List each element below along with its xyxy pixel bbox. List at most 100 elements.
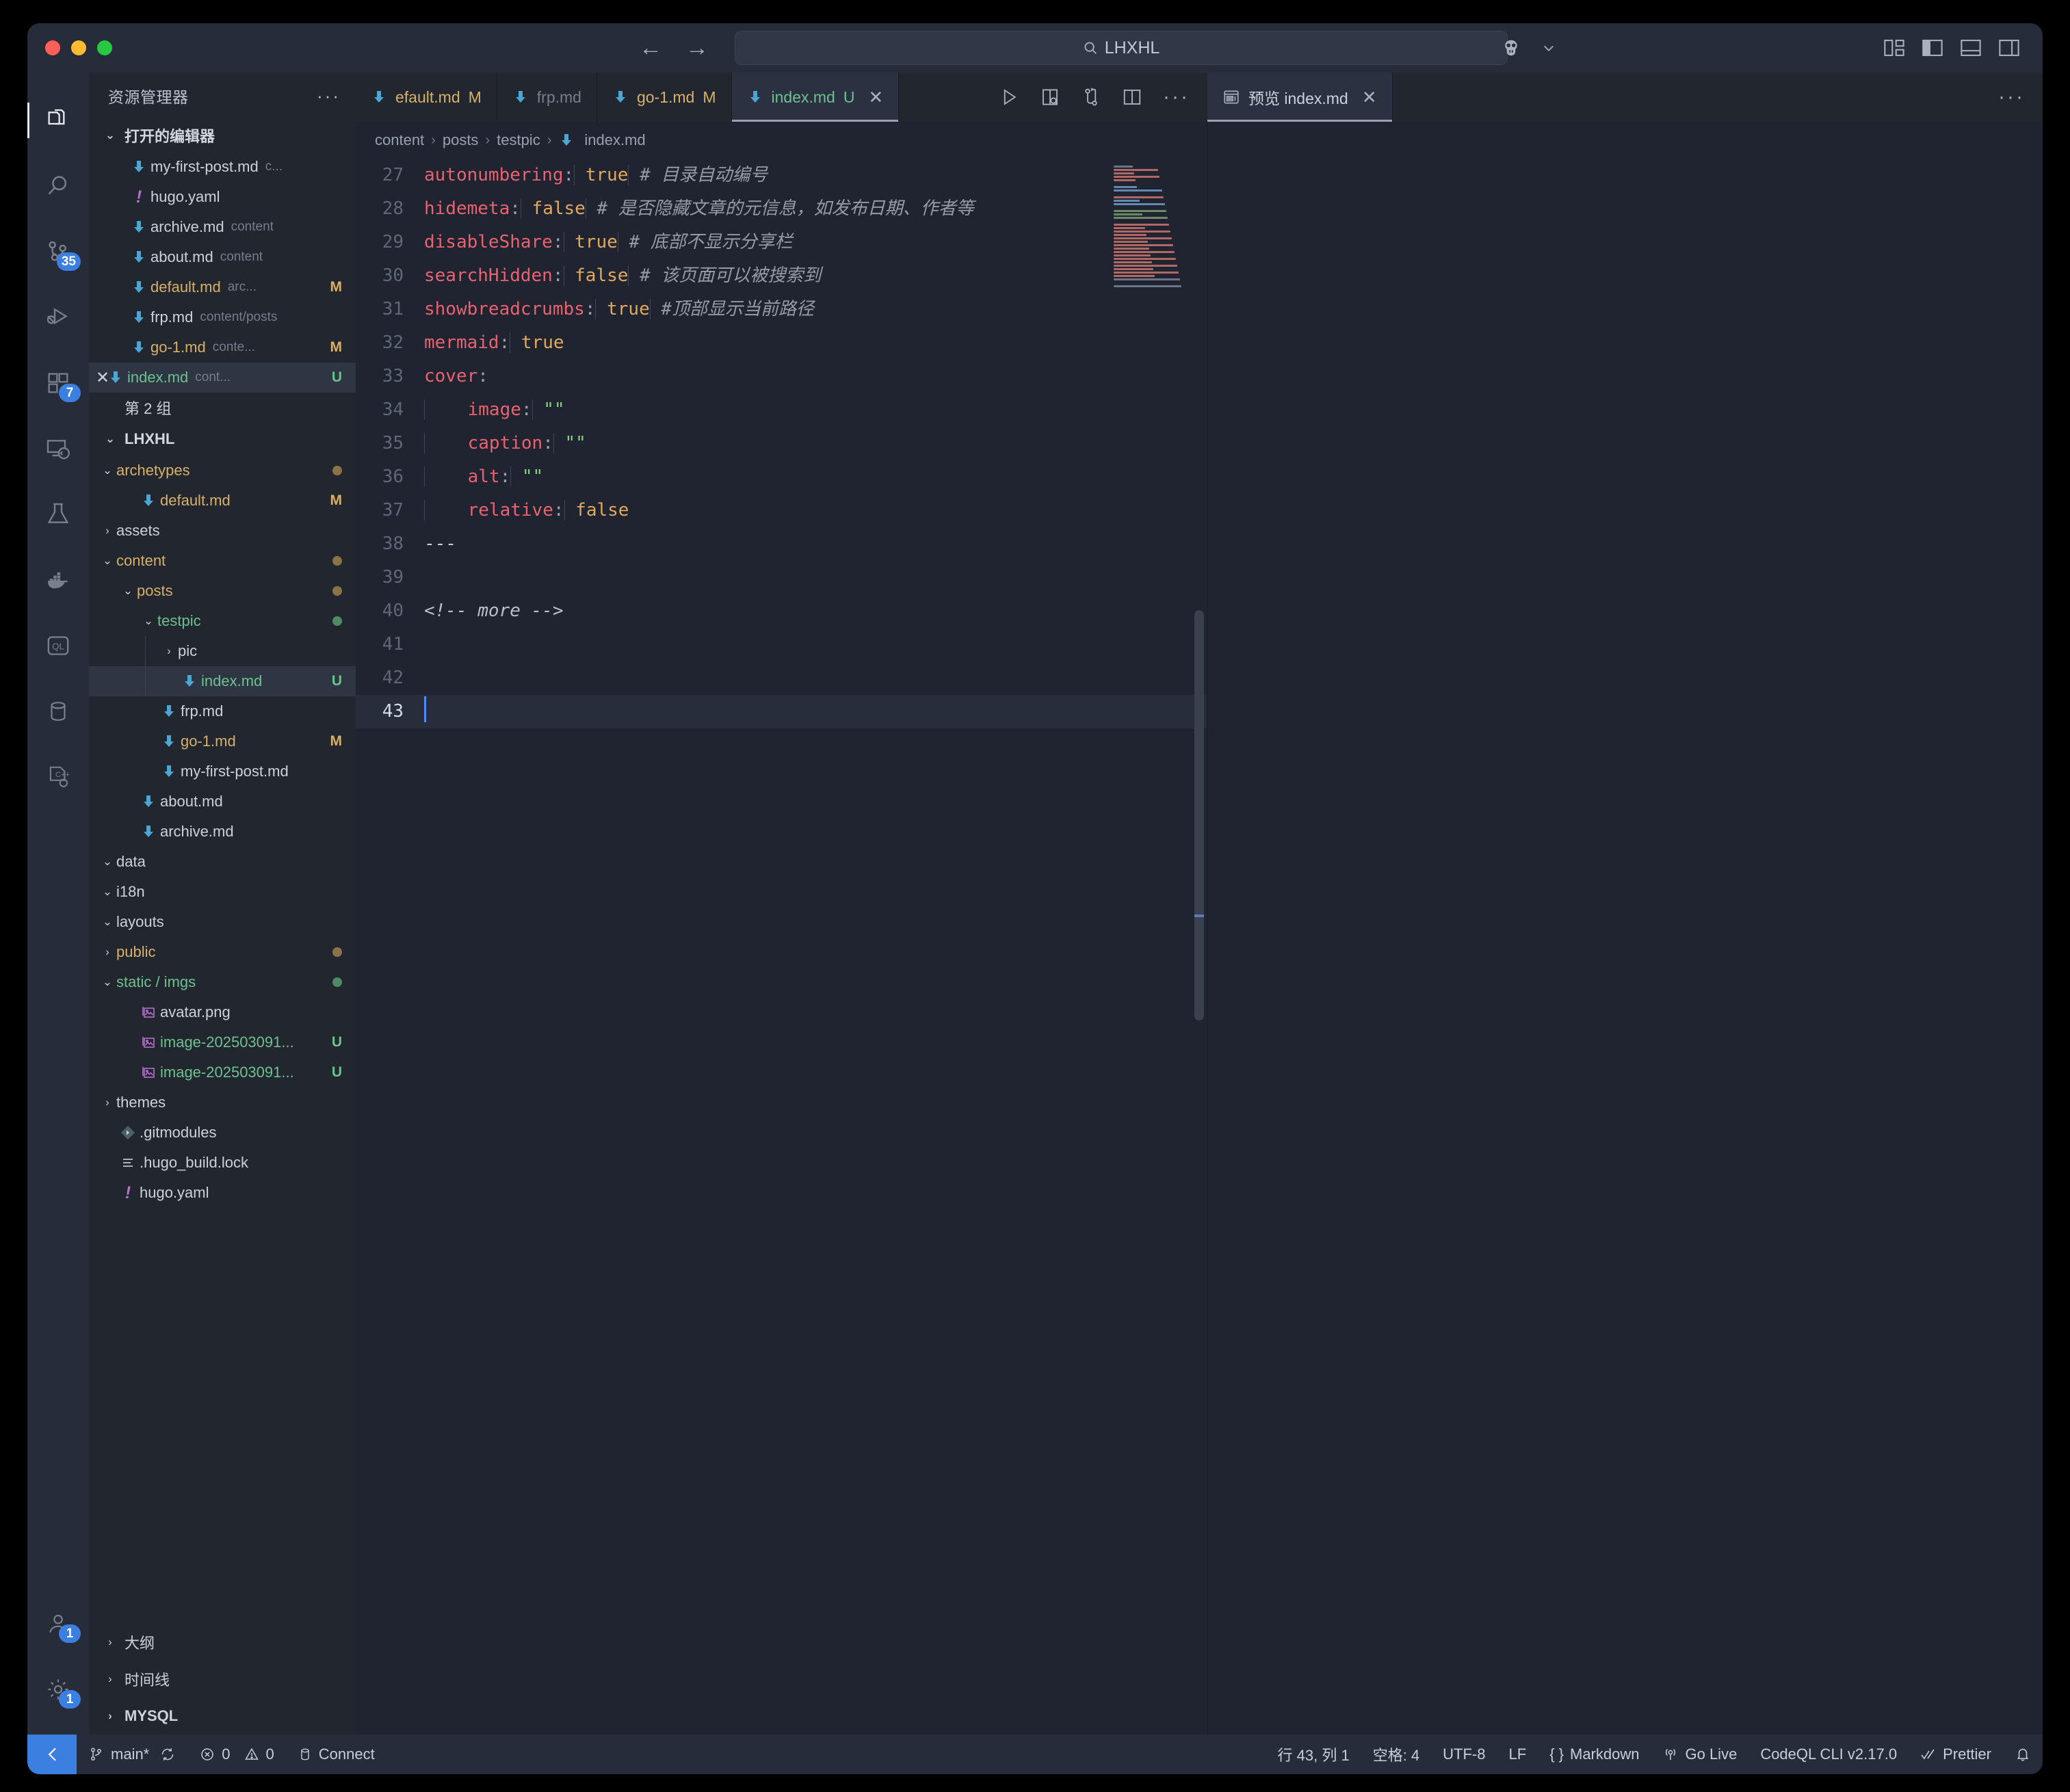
sidebar-item-docker[interactable] <box>27 547 89 613</box>
sidebar-item-codeql[interactable]: QL <box>27 613 89 678</box>
sidebar-item-run-debug[interactable] <box>27 285 89 350</box>
chevron-right-icon[interactable]: › <box>160 644 178 658</box>
tree-file-item[interactable]: about.md <box>89 787 356 817</box>
toggle-panel-icon[interactable] <box>1961 39 1981 57</box>
minimize-window-button[interactable] <box>71 40 86 55</box>
chevron-down-icon[interactable]: ⌄ <box>119 584 137 598</box>
tree-folder-item[interactable]: › public <box>89 937 356 967</box>
breadcrumb-item[interactable]: content <box>375 131 424 149</box>
sidebar-item-database[interactable] <box>27 678 89 744</box>
window-controls[interactable] <box>27 40 112 55</box>
editor-tab[interactable]: index.md U ✕ <box>731 73 900 122</box>
chevron-down-icon[interactable]: ⌄ <box>99 554 116 568</box>
open-editor-item[interactable]: archive.md content <box>89 212 356 242</box>
status-encoding[interactable]: UTF-8 <box>1431 1735 1497 1774</box>
sidebar-item-source-control[interactable]: 35 <box>27 219 89 285</box>
chevron-down-icon[interactable]: ⌄ <box>99 464 116 477</box>
tree-file-item[interactable]: frp.md <box>89 696 356 726</box>
sync-icon[interactable] <box>159 1746 176 1763</box>
split-editor-icon[interactable] <box>1122 87 1142 107</box>
sidebar-item-testing[interactable] <box>27 482 89 547</box>
status-database-connect[interactable]: Connect <box>286 1735 387 1774</box>
status-prettier[interactable]: Prettier <box>1909 1735 2003 1774</box>
tree-file-item[interactable]: go-1.md M <box>89 726 356 756</box>
tree-folder-item[interactable]: › themes <box>89 1088 356 1118</box>
sidebar-item-remote-explorer[interactable] <box>27 416 89 482</box>
breadcrumb-item[interactable]: index.md <box>584 131 645 149</box>
command-center-search[interactable]: LHXHL <box>735 31 1508 65</box>
tree-folder-item[interactable]: ⌄ layouts <box>89 907 356 937</box>
tree-folder-item[interactable]: ⌄ posts <box>89 576 356 606</box>
editor-tab[interactable]: go-1.md M <box>597 73 732 122</box>
source-control-compare-icon[interactable] <box>1081 87 1101 107</box>
tree-file-item[interactable]: image-202503091... U <box>89 1027 356 1057</box>
sidebar-item-cpp-config[interactable]: C++ <box>27 744 89 810</box>
chevron-right-icon[interactable]: › <box>99 524 116 538</box>
status-eol[interactable]: LF <box>1497 1735 1538 1774</box>
sidebar-item-search[interactable] <box>27 153 89 219</box>
workspace-section-header[interactable]: ⌄ LHXHL <box>89 423 356 456</box>
sidebar-panel-header[interactable]: › MYSQL <box>89 1698 356 1735</box>
tree-folder-item[interactable]: › assets <box>89 516 356 546</box>
tree-file-item[interactable]: archive.md <box>89 817 356 847</box>
editor-scrollbar[interactable] <box>1194 610 1204 1020</box>
sidebar-item-extensions[interactable]: 7 <box>27 350 89 416</box>
close-icon[interactable]: ✕ <box>868 87 883 108</box>
tree-file-item[interactable]: avatar.png <box>89 997 356 1027</box>
open-editor-item[interactable]: ✕ index.md cont... U <box>89 363 356 393</box>
chevron-right-icon[interactable]: › <box>99 1096 116 1109</box>
status-language-mode[interactable]: { } Markdown <box>1538 1735 1651 1774</box>
breadcrumb-item[interactable]: posts <box>443 131 479 149</box>
markdown-preview-pane[interactable] <box>1207 122 2043 1735</box>
status-cursor-position[interactable]: 行 43, 列 1 <box>1266 1735 1361 1774</box>
gear-icon[interactable]: 1 <box>27 1657 89 1722</box>
tree-folder-item[interactable]: ⌄ i18n <box>89 877 356 907</box>
chevron-down-icon[interactable]: ⌄ <box>99 915 116 929</box>
tree-folder-item[interactable]: › pic <box>89 636 356 666</box>
close-icon[interactable]: ✕ <box>1362 87 1377 108</box>
tree-file-item[interactable]: default.md M <box>89 486 356 516</box>
sidebar-panel-header[interactable]: › 大纲 <box>89 1624 356 1661</box>
status-indentation[interactable]: 空格: 4 <box>1361 1735 1431 1774</box>
tree-folder-item[interactable]: ⌄ testpic <box>89 606 356 636</box>
remote-window-indicator[interactable] <box>27 1735 77 1774</box>
tree-folder-item[interactable]: ⌄ archetypes <box>89 456 356 486</box>
tree-file-item[interactable]: .hugo_build.lock <box>89 1148 356 1178</box>
tree-file-item[interactable]: index.md U <box>89 666 356 696</box>
open-preview-to-side-icon[interactable] <box>1040 87 1060 107</box>
editor-tab[interactable]: frp.md <box>497 73 597 122</box>
open-editor-item[interactable]: my-first-post.md c... <box>89 152 356 182</box>
open-editors-section-header[interactable]: ⌄ 打开的编辑器 <box>89 119 356 152</box>
open-editor-item[interactable]: default.md arc... M <box>89 272 356 302</box>
open-editor-item[interactable]: about.md content <box>89 242 356 272</box>
preview-tab[interactable]: 预览 index.md ✕ <box>1207 73 1393 122</box>
more-actions-icon[interactable]: ··· <box>1163 85 1190 109</box>
open-editor-item[interactable]: ! hugo.yaml <box>89 182 356 212</box>
status-branch[interactable]: main* <box>77 1735 187 1774</box>
minimap[interactable] <box>1114 166 1196 302</box>
open-editor-item[interactable]: frp.md content/posts <box>89 302 356 332</box>
accounts-button[interactable]: 1 <box>27 1591 89 1657</box>
toggle-secondary-sidebar-icon[interactable] <box>1999 39 2019 57</box>
breadcrumb[interactable]: content › posts › testpic › index.md <box>356 122 1207 159</box>
tree-folder-item[interactable]: ⌄ content <box>89 546 356 576</box>
toggle-primary-sidebar-icon[interactable] <box>1922 39 1943 57</box>
chevron-down-icon[interactable]: ⌄ <box>99 885 116 899</box>
more-actions-icon[interactable]: ··· <box>1998 85 2025 109</box>
status-notifications[interactable] <box>2003 1735 2043 1774</box>
maximize-window-button[interactable] <box>97 40 112 55</box>
chevron-down-icon[interactable] <box>1542 41 1556 55</box>
tree-folder-item[interactable]: ⌄ static / imgs <box>89 967 356 997</box>
sidebar-more-actions-icon[interactable]: ··· <box>317 85 341 107</box>
forward-arrow-icon[interactable]: → <box>685 36 709 60</box>
chevron-down-icon[interactable]: ⌄ <box>99 975 116 989</box>
chevron-down-icon[interactable]: ⌄ <box>99 855 116 869</box>
status-problems[interactable]: 0 0 <box>187 1735 286 1774</box>
status-go-live[interactable]: Go Live <box>1651 1735 1748 1774</box>
account-icon[interactable] <box>1501 38 1521 58</box>
open-editor-item[interactable]: go-1.md conte... M <box>89 332 356 363</box>
tree-file-item[interactable]: ! hugo.yaml <box>89 1178 356 1208</box>
breadcrumb-item[interactable]: testpic <box>497 131 540 149</box>
code-editor[interactable]: 27 autonumbering: true # 目录自动编号 28 hidemeta… <box>356 159 1207 1735</box>
sidebar-panel-header[interactable]: › 时间线 <box>89 1661 356 1698</box>
